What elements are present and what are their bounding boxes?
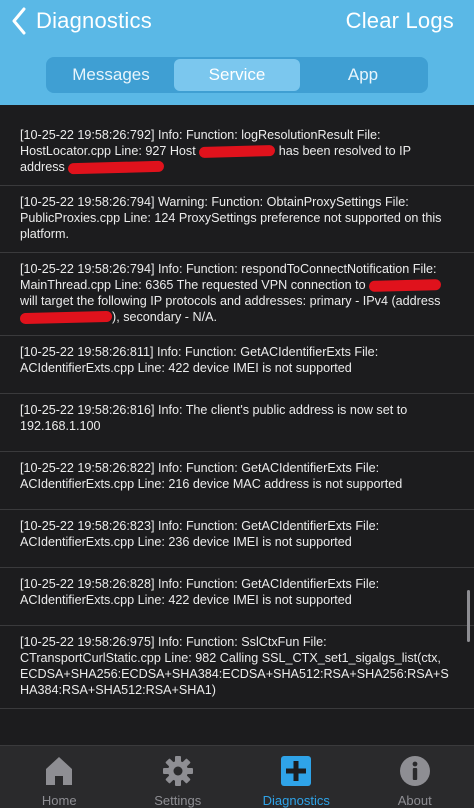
info-icon	[398, 754, 432, 787]
tab-about[interactable]: About	[356, 746, 474, 808]
redacted-ipv4-address	[19, 310, 113, 325]
log-text: [10-25-22 19:58:26:828] Info: Function: …	[20, 577, 382, 607]
back-button[interactable]: Diagnostics	[8, 4, 152, 38]
segment-service[interactable]: Service	[174, 59, 300, 91]
diagnostics-plus-icon	[279, 754, 313, 787]
log-entry: [10-25-22 19:58:26:823] Info: Function: …	[0, 510, 474, 568]
log-list-spacer	[0, 105, 474, 119]
log-entry: [10-25-22 19:58:26:811] Info: Function: …	[0, 336, 474, 394]
scroll-indicator[interactable]	[467, 590, 470, 642]
log-text: [10-25-22 19:58:26:794] Info: Function: …	[19, 261, 454, 325]
segment-messages[interactable]: Messages	[48, 59, 174, 91]
tab-diagnostics[interactable]: Diagnostics	[237, 746, 356, 808]
header-bar: Diagnostics Clear Logs Messages Service …	[0, 0, 474, 105]
log-text: [10-25-22 19:58:26:823] Info: Function: …	[20, 519, 382, 549]
log-list[interactable]: [10-25-22 19:58:26:792] Info: Function: …	[0, 105, 474, 745]
log-text: [10-25-22 19:58:26:792] Info: Function: …	[20, 127, 454, 175]
tab-label: About	[397, 793, 432, 808]
log-entry: [10-25-22 19:58:26:828] Info: Function: …	[0, 568, 474, 626]
log-text: [10-25-22 19:58:26:794] Warning: Functio…	[20, 195, 445, 241]
back-label: Diagnostics	[36, 8, 152, 33]
segment-app[interactable]: App	[300, 59, 426, 91]
tab-label: Settings	[154, 793, 202, 808]
log-entry: [10-25-22 19:58:26:822] Info: Function: …	[0, 452, 474, 510]
chevron-left-icon	[8, 6, 30, 36]
tab-bar: Home Settings Diagnostics About	[0, 745, 474, 808]
clear-logs-button[interactable]: Clear Logs	[346, 6, 454, 36]
log-text-segment: will target the following IP protocols a…	[20, 294, 441, 308]
tab-settings[interactable]: Settings	[119, 746, 238, 808]
gear-icon	[161, 754, 195, 787]
tab-label: Home	[41, 793, 77, 808]
log-entry: [10-25-22 19:58:26:794] Warning: Functio…	[0, 186, 474, 253]
log-type-segmented-control: Messages Service App	[46, 57, 428, 93]
log-entry: [10-25-22 19:58:26:816] Info: The client…	[0, 394, 474, 452]
home-icon	[42, 754, 76, 787]
log-entry: [10-25-22 19:58:26:794] Info: Function: …	[0, 253, 474, 336]
log-entry: [10-25-22 19:58:26:975] Info: Function: …	[0, 626, 474, 709]
navigation-bar: Diagnostics Clear Logs	[0, 0, 474, 42]
log-text-segment: ), secondary - N/A.	[112, 310, 217, 324]
log-text: [10-25-22 19:58:26:975] Info: Function: …	[20, 635, 449, 697]
log-text: [10-25-22 19:58:26:816] Info: The client…	[20, 403, 411, 433]
redacted-ip-address	[68, 160, 165, 175]
log-text: [10-25-22 19:58:26:822] Info: Function: …	[20, 461, 403, 491]
tab-label: Diagnostics	[262, 793, 330, 808]
tab-home[interactable]: Home	[0, 746, 119, 808]
log-entry: [10-25-22 19:58:26:792] Info: Function: …	[0, 119, 474, 186]
log-text: [10-25-22 19:58:26:811] Info: Function: …	[20, 345, 382, 375]
redacted-hostname	[199, 145, 276, 159]
redacted-vpn-host	[368, 279, 442, 293]
